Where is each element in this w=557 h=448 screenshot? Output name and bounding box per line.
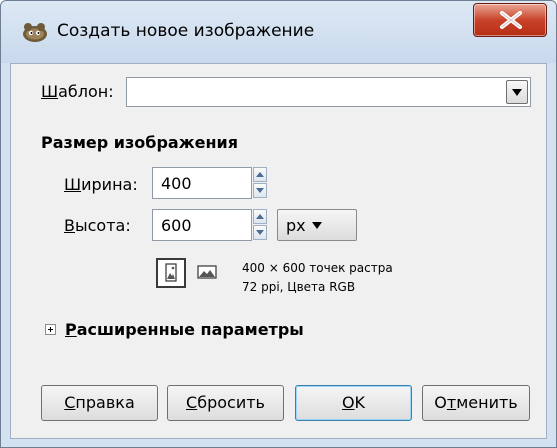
width-value: 400 [161,174,192,193]
height-label: Высота: [64,216,131,235]
chevron-down-icon [312,222,322,229]
unit-dropdown[interactable]: px [277,209,357,241]
height-value: 600 [161,216,192,235]
template-label: Шаблон: [41,82,114,101]
template-dropdown-button[interactable] [506,80,528,104]
height-spinner[interactable] [253,209,269,241]
image-info-dimensions: 400 × 600 точек растра [242,261,393,275]
close-icon [500,11,522,29]
width-spinner[interactable] [253,167,269,199]
portrait-orientation-icon [165,263,177,282]
ok-button[interactable]: ОK [295,385,412,421]
image-info-resolution: 72 ppi, Цвета RGB [242,280,356,294]
advanced-options-toggle[interactable]: Расширенные параметры [65,320,304,339]
cancel-button[interactable]: Отменить [422,385,530,421]
width-input[interactable]: 400 [152,167,252,199]
reset-button[interactable]: Сбросить [167,385,284,421]
width-label: Ширина: [64,175,138,194]
dialog-window: Создать новое изображение Шаблон: Размер… [0,0,557,448]
portrait-orientation-button[interactable] [156,258,186,288]
spin-up-icon[interactable] [253,167,267,182]
dialog-body [10,63,547,439]
chevron-down-icon [512,89,522,96]
height-input[interactable]: 600 [152,209,252,241]
template-combobox[interactable] [126,77,531,107]
spin-up-icon[interactable] [253,209,267,224]
unit-value: px [286,216,306,235]
spin-down-icon[interactable] [253,225,267,240]
expand-plus-icon[interactable] [45,324,56,335]
title-bar[interactable]: Создать новое изображение [1,1,556,63]
window-title: Создать новое изображение [57,21,315,41]
spin-down-icon[interactable] [253,183,267,198]
close-button[interactable] [473,3,547,37]
landscape-orientation-icon[interactable] [196,263,218,281]
help-button[interactable]: Справка [41,385,158,421]
gimp-wilber-icon [23,23,47,42]
image-size-heading: Размер изображения [41,133,239,152]
